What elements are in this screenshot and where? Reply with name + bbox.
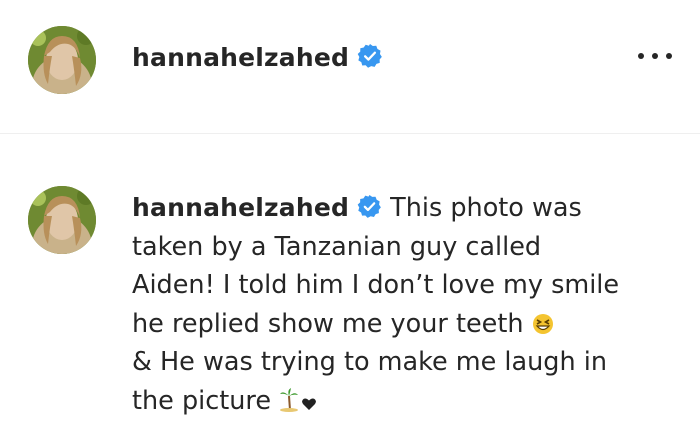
grinning-squinting-face-emoji-icon — [532, 313, 553, 334]
caption-line: taken by a Tanzanian guy called — [132, 231, 542, 262]
palm-tree-on-island-emoji-icon — [280, 387, 299, 412]
verified-badge-icon — [357, 194, 382, 218]
post-username-text[interactable]: hannahelzahed — [132, 43, 349, 72]
more-dot — [666, 53, 672, 59]
post-username[interactable]: hannahelzahed — [132, 43, 383, 72]
more-options-button[interactable] — [638, 46, 672, 66]
avatar[interactable] — [28, 26, 96, 94]
caption-line: the picture — [132, 385, 272, 416]
black-heart-emoji-icon — [302, 398, 317, 410]
caption-line: & He was trying to make me laugh in — [132, 347, 607, 377]
caption-line: Aiden! I told him I don’t love my smile — [132, 270, 620, 300]
caption-text: hannahelzahed This photo was taken by a T… — [132, 189, 672, 420]
caption-line: he replied show me your teeth — [132, 308, 524, 339]
more-dot — [638, 53, 644, 59]
comment-avatar[interactable] — [28, 186, 96, 254]
verified-badge-icon — [357, 43, 382, 68]
more-dot — [652, 53, 658, 59]
comment-username[interactable]: hannahelzahed — [132, 193, 349, 222]
post-header: hannahelzahed — [0, 0, 700, 134]
caption-line: This photo was — [390, 193, 582, 223]
